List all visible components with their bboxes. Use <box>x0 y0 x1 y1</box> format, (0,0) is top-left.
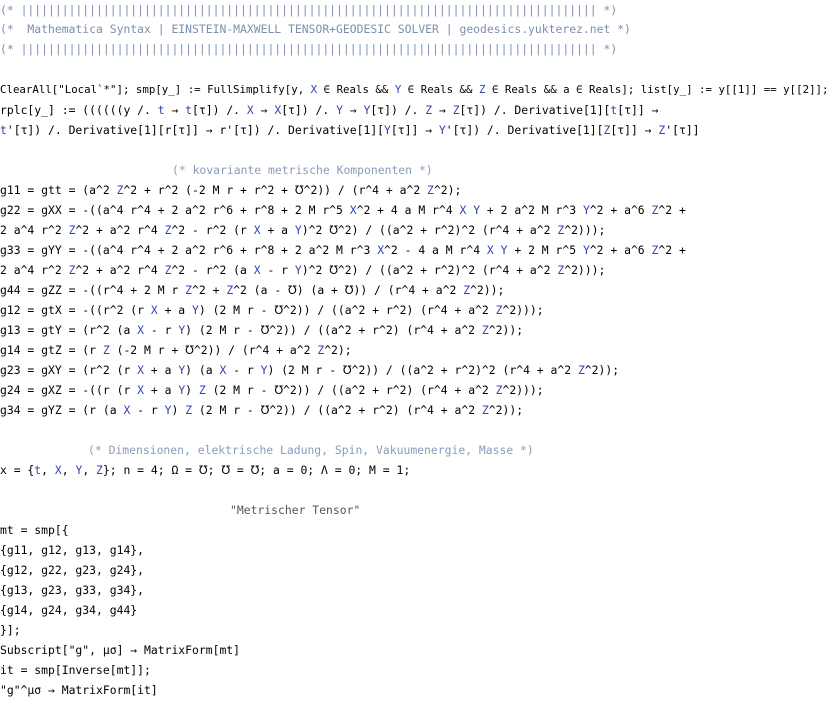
dimensions-line[interactable]: x = {t, X, Y, Z}; n = 4; Ω = ℧; ℧ = ℧; a… <box>0 460 410 480</box>
dimensions-comment: (* Dimensionen, elektrische Ladung, Spin… <box>88 443 534 457</box>
tensor-line[interactable]: {g11, g12, g13, g14}, <box>0 540 144 560</box>
tensor-line[interactable]: "g"^μσ → MatrixForm[it] <box>0 680 158 700</box>
metric-line[interactable]: g23 = gXY = (r^2 (r X + a Y) (a X - r Y)… <box>0 360 619 380</box>
metric-line[interactable]: g24 = gXZ = -((r (r X + a Y) Z (2 M r - … <box>0 380 544 400</box>
metric-line[interactable]: 2 a^4 r^2 Z^2 + a^2 r^4 Z^2 - r^2 (a X -… <box>0 260 605 280</box>
metric-line[interactable]: g34 = gYZ = (r (a X - r Y) Z (2 M r - ℧^… <box>0 400 523 420</box>
metric-components-comment: (* kovariante metrische Komponenten *) <box>172 163 433 177</box>
header-bar-bottom: (* |||||||||||||||||||||||||||||||||||||… <box>0 42 618 56</box>
setup-line-3[interactable]: t'[τ]) /. Derivative[1][r[τ]] → r'[τ]) /… <box>0 120 700 140</box>
metric-line[interactable]: g14 = gtZ = (r Z (-2 M r + ℧^2)) / (r^4 … <box>0 340 352 360</box>
header-bar-top: (* |||||||||||||||||||||||||||||||||||||… <box>0 3 618 17</box>
setup-line-2[interactable]: rplc[y_] := ((((((y /. t → t[τ]) /. X → … <box>0 100 658 120</box>
metric-line[interactable]: 2 a^4 r^2 Z^2 + a^2 r^4 Z^2 - r^2 (r X +… <box>0 220 605 240</box>
tensor-line[interactable]: {g14, g24, g34, g44} <box>0 600 137 620</box>
tensor-title-string: "Metrischer Tensor" <box>230 503 361 517</box>
setup-line-1[interactable]: ClearAll["Local`*"]; smp[y_] := FullSimp… <box>0 80 829 100</box>
tensor-line[interactable]: it = smp[Inverse[mt]]; <box>0 660 151 680</box>
metric-line[interactable]: g33 = gYY = -((a^4 r^4 + 2 a^2 r^6 + r^8… <box>0 240 686 260</box>
metric-line[interactable]: g12 = gtX = -((r^2 (r X + a Y) (2 M r - … <box>0 300 544 320</box>
tensor-line[interactable]: {g12, g22, g23, g24}, <box>0 560 144 580</box>
tensor-line[interactable]: {g13, g23, g33, g34}, <box>0 580 144 600</box>
tensor-line[interactable]: mt = smp[{ <box>0 520 69 540</box>
header-title: (* Mathematica Syntax | EINSTEIN-MAXWELL… <box>0 22 631 36</box>
metric-line[interactable]: g44 = gZZ = -((r^4 + 2 M r Z^2 + Z^2 (a … <box>0 280 504 300</box>
metric-line[interactable]: g13 = gtY = (r^2 (a X - r Y) (2 M r - ℧^… <box>0 320 523 340</box>
notebook-document[interactable]: (* |||||||||||||||||||||||||||||||||||||… <box>0 0 830 717</box>
metric-line[interactable]: g11 = gtt = (a^2 Z^2 + r^2 (-2 M r + r^2… <box>0 180 461 200</box>
tensor-line[interactable]: Subscript["g", μσ] → MatrixForm[mt] <box>0 640 240 660</box>
tensor-line[interactable]: }]; <box>0 620 21 640</box>
metric-line[interactable]: g22 = gXX = -((a^4 r^4 + 2 a^2 r^6 + r^8… <box>0 200 686 220</box>
